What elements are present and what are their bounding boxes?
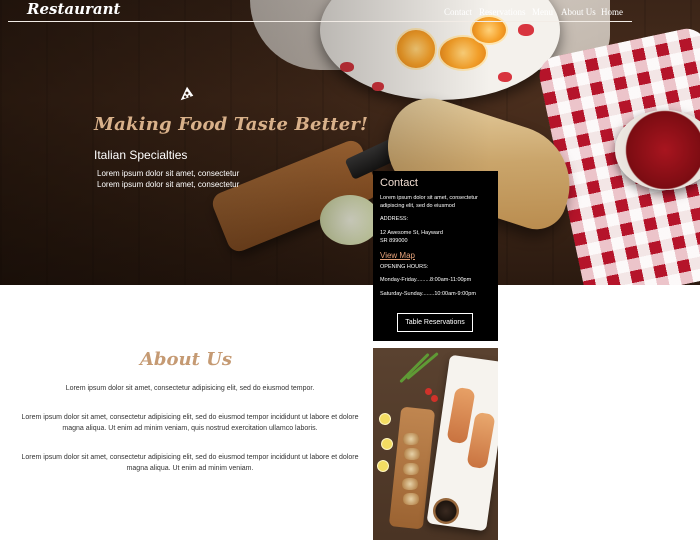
contact-card: Contact Lorem ipsum dolor sit amet, cons… (373, 171, 498, 341)
pepper-bowl-decor (433, 498, 459, 524)
hero-text-line: Lorem ipsum dolor sit amet, consectetur (97, 169, 240, 178)
nav-divider (8, 21, 632, 22)
nav-item-about-us[interactable]: About Us (561, 7, 596, 17)
bread-slice-decor (403, 433, 419, 445)
main-nav: Contact Reservations Menu About Us Home (0, 7, 700, 19)
contact-title: Contact (380, 177, 418, 189)
bread-slice-decor (402, 478, 418, 490)
view-map-link[interactable]: View Map (380, 252, 492, 260)
bread-slice-decor (403, 493, 419, 505)
contact-hours-weekday: Monday-Friday.........8:00am-11:00pm (380, 277, 472, 283)
hero-shade-overlay (0, 0, 700, 285)
contact-hours-weekend: Saturday-Sunday........10:00am-9:00pm (380, 291, 476, 297)
asparagus-decor (399, 352, 430, 384)
bread-slice-decor (403, 463, 419, 475)
contact-address-line: 12 Awesome St, Hayward (380, 230, 443, 236)
tomato-decor (425, 388, 432, 395)
about-paragraph: Lorem ipsum dolor sit amet, consectetur … (21, 414, 359, 432)
hero-subtitle: Italian Specialties (94, 148, 188, 162)
about-paragraph: Lorem ipsum dolor sit amet, consectetur … (65, 385, 315, 392)
hero-title: Making Food Taste Better! (94, 114, 369, 135)
contact-intro: Lorem ipsum dolor sit amet, consectetur … (380, 195, 478, 209)
table-reservations-button[interactable]: Table Reservations (397, 313, 473, 332)
hero-text-line: Lorem ipsum dolor sit amet, consectetur (97, 180, 240, 189)
lemon-decor (381, 438, 393, 450)
lemon-decor (379, 413, 391, 425)
hero-banner (0, 0, 700, 285)
contact-address-label: ADDRESS: (380, 216, 409, 222)
food-photo (373, 348, 498, 540)
nav-item-home[interactable]: Home (601, 7, 623, 17)
nav-item-reservations[interactable]: Reservations (479, 7, 526, 17)
bread-slice-decor (404, 448, 420, 460)
about-title: About Us (139, 349, 233, 370)
contact-address-line: SR 899000 (380, 238, 408, 244)
lemon-decor (377, 460, 389, 472)
contact-hours-label: OPENING HOURS: (380, 264, 429, 270)
pizza-slice-icon (180, 86, 194, 101)
tomato-decor (431, 395, 438, 402)
nav-item-menu[interactable]: Menu (532, 7, 553, 17)
nav-item-contact[interactable]: Contact (444, 7, 472, 17)
about-paragraph: Lorem ipsum dolor sit amet, consectetur … (21, 454, 359, 472)
